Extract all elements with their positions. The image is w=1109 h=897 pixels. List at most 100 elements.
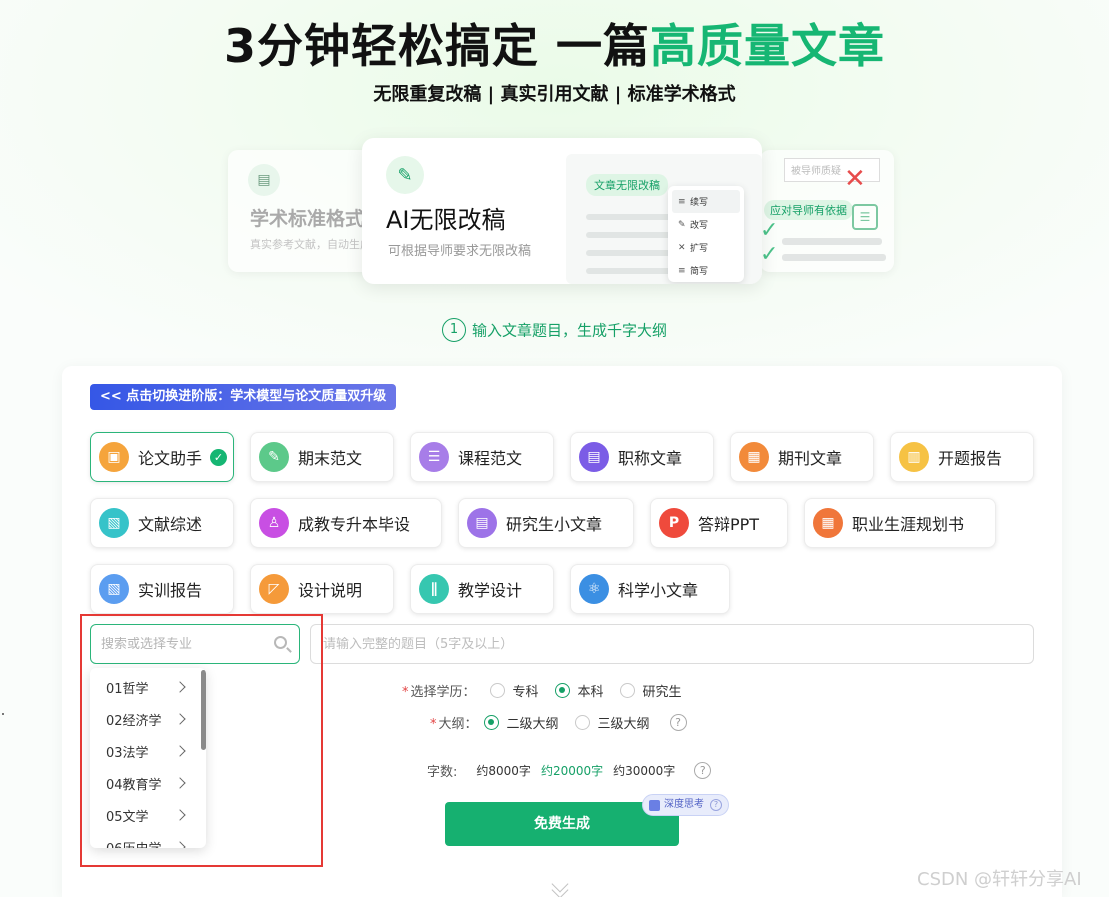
brain-icon bbox=[649, 799, 660, 811]
cross-icon: ✕ bbox=[844, 164, 866, 194]
doc-type-tag[interactable]: ▧ 实训报告 bbox=[90, 564, 234, 614]
chevron-right-icon bbox=[174, 777, 186, 789]
placeholder-line bbox=[586, 250, 676, 256]
feature-title: AI无限改稿 bbox=[386, 206, 506, 234]
check-icon: ✓ bbox=[760, 242, 779, 267]
doc-type-tag[interactable]: ☰ 课程范文 bbox=[410, 432, 554, 482]
doc-type-label: 科学小文章 bbox=[618, 581, 699, 600]
word-count-option[interactable]: 约30000字 bbox=[613, 762, 675, 779]
major-option[interactable]: 05文学 bbox=[90, 799, 206, 831]
doc-type-label: 教学设计 bbox=[458, 581, 523, 600]
generator-panel: << 点击切换进阶版：学术模型与论文质量双升级 ▣ 论文助手 ✓ ✎ 期末范文 ☰ 课程范文… bbox=[62, 366, 1062, 897]
doc-type-tag[interactable]: ▣ 论文助手 ✓ bbox=[90, 432, 234, 482]
doc-type-icon: ▧ bbox=[99, 508, 129, 538]
feature-card-rewrite[interactable]: ✎ AI无限改稿 可根据导师要求无限改稿 文章无限改稿 ≡ 续写 ✎ 改写 ✕ 扩写 … bbox=[362, 138, 762, 284]
outline-option-label[interactable]: 二级大纲 bbox=[507, 713, 559, 732]
doc-type-tag[interactable]: ∥ 教学设计 bbox=[410, 564, 554, 614]
major-option[interactable]: 01哲学 bbox=[90, 671, 206, 703]
doc-type-tag[interactable]: ▥ 开题报告 bbox=[890, 432, 1034, 482]
topic-input[interactable] bbox=[323, 636, 1023, 652]
rewrite-menu: ≡ 续写 ✎ 改写 ✕ 扩写 ≡ 简写 bbox=[668, 186, 744, 282]
outline-radio-level2[interactable] bbox=[483, 715, 499, 730]
menu-item-shorten[interactable]: ≡ 简写 bbox=[668, 259, 744, 282]
doc-type-icon: ◸ bbox=[259, 574, 289, 604]
doc-type-label: 开题报告 bbox=[938, 449, 1003, 468]
feature-title: 学术标准格式 bbox=[250, 208, 365, 230]
major-option[interactable]: 03法学 bbox=[90, 735, 206, 767]
doc-type-label: 研究生小文章 bbox=[506, 515, 603, 534]
doc-type-label: 论文助手 bbox=[138, 449, 203, 468]
check-icon: ✓ bbox=[210, 448, 228, 466]
search-icon[interactable] bbox=[274, 636, 287, 649]
education-option-label[interactable]: 本科 bbox=[578, 681, 604, 700]
doc-type-icon: ▣ bbox=[99, 442, 129, 472]
hero-title-accent: 高质量文章 bbox=[650, 19, 886, 73]
help-icon[interactable]: ? bbox=[710, 799, 722, 811]
doc-type-icon: ▤ bbox=[467, 508, 497, 538]
major-option[interactable]: 06历史学 bbox=[90, 831, 206, 848]
education-radio-graduate[interactable] bbox=[619, 683, 635, 698]
help-icon[interactable]: ? bbox=[694, 762, 712, 779]
doc-type-tag[interactable]: ▤ 研究生小文章 bbox=[458, 498, 634, 548]
menu-item-rewrite[interactable]: ✎ 改写 bbox=[668, 213, 744, 236]
doc-type-tag[interactable]: ⚛ 科学小文章 bbox=[570, 564, 730, 614]
major-option[interactable]: 04教育学 bbox=[90, 767, 206, 799]
doc-type-tag[interactable]: ♙ 成教专升本毕设 bbox=[250, 498, 442, 548]
major-dropdown[interactable]: 01哲学 02经济学 03法学 04教育学 05文学 06历史学 bbox=[90, 668, 206, 848]
doc-type-tag[interactable]: ▤ 职称文章 bbox=[570, 432, 714, 482]
word-count-option[interactable]: 约20000字 bbox=[541, 762, 603, 779]
doc-type-tag[interactable]: ◸ 设计说明 bbox=[250, 564, 394, 614]
education-option-label[interactable]: 研究生 bbox=[643, 681, 682, 700]
doc-type-tag[interactable]: ▦ 职业生涯规划书 bbox=[804, 498, 996, 548]
doc-type-tag[interactable]: P 答辩PPT bbox=[650, 498, 788, 548]
feature-card-evidence[interactable]: 被导师质疑 ✕ 应对导师有依据 ☰ ✓ ✓ bbox=[760, 150, 894, 272]
doc-type-icon: ♙ bbox=[259, 508, 289, 538]
doc-type-label: 课程范文 bbox=[458, 449, 523, 468]
shorten-icon: ≡ bbox=[678, 265, 686, 276]
document-icon: ▤ bbox=[248, 164, 280, 196]
doc-type-label: 职称文章 bbox=[618, 449, 683, 468]
doc-type-label: 答辩PPT bbox=[698, 515, 760, 534]
help-icon[interactable]: ? bbox=[669, 714, 687, 731]
preview-tag: 文章无限改稿 bbox=[586, 174, 668, 196]
education-radio-bachelor[interactable] bbox=[554, 683, 570, 698]
menu-item-expand[interactable]: ✕ 扩写 bbox=[668, 236, 744, 259]
doc-type-tag[interactable]: ✎ 期末范文 bbox=[250, 432, 394, 482]
hero-title: 3分钟轻松搞定 一篇高质量文章 bbox=[0, 10, 1109, 76]
doc-type-label: 实训报告 bbox=[138, 581, 203, 600]
word-count-row: 字数: 约8000字 约20000字 约30000字 ? bbox=[427, 761, 712, 780]
major-option[interactable]: 02经济学 bbox=[90, 703, 206, 735]
outline-option-label[interactable]: 三级大纲 bbox=[598, 713, 650, 732]
education-option-label[interactable]: 专科 bbox=[513, 681, 539, 700]
deep-think-badge[interactable]: 深度思考? bbox=[642, 794, 729, 816]
chevron-right-icon bbox=[174, 713, 186, 725]
doc-type-icon: ▧ bbox=[99, 574, 129, 604]
doc-type-tag[interactable]: ▦ 期刊文章 bbox=[730, 432, 874, 482]
doc-type-icon: ⚛ bbox=[579, 574, 609, 604]
list-doc-icon: ☰ bbox=[852, 204, 878, 230]
continue-icon: ≡ bbox=[678, 196, 686, 207]
doc-type-tag[interactable]: ▧ 文献综述 bbox=[90, 498, 234, 548]
word-count-option[interactable]: 约8000字 bbox=[476, 762, 531, 779]
feature-desc: 可根据导师要求无限改稿 bbox=[388, 244, 532, 259]
topic-field[interactable] bbox=[310, 624, 1034, 664]
step-indicator: 1 输入文章题目，生成千字大纲 bbox=[0, 318, 1109, 342]
major-search-input[interactable] bbox=[101, 636, 261, 652]
doc-type-icon: ▦ bbox=[739, 442, 769, 472]
advanced-mode-banner[interactable]: << 点击切换进阶版：学术模型与论文质量双升级 bbox=[90, 384, 397, 410]
outline-radio-level3[interactable] bbox=[574, 715, 590, 730]
placeholder-line bbox=[782, 238, 882, 245]
step-number: 1 bbox=[441, 318, 466, 342]
doc-type-icon: ∥ bbox=[419, 574, 449, 604]
placeholder-line bbox=[586, 268, 676, 274]
stray-dot bbox=[2, 713, 4, 715]
doc-type-label: 期末范文 bbox=[298, 449, 363, 468]
menu-item-continue[interactable]: ≡ 续写 bbox=[672, 190, 740, 213]
major-search-field[interactable] bbox=[90, 624, 300, 664]
outline-row: * 大纲： 二级大纲 三级大纲 ? bbox=[430, 713, 687, 732]
doc-type-label: 设计说明 bbox=[298, 581, 363, 600]
placeholder-line bbox=[782, 254, 886, 261]
education-radio-associate[interactable] bbox=[489, 683, 505, 698]
word-count-label: 字数: bbox=[427, 765, 458, 780]
pen-icon: ✎ bbox=[386, 156, 424, 194]
